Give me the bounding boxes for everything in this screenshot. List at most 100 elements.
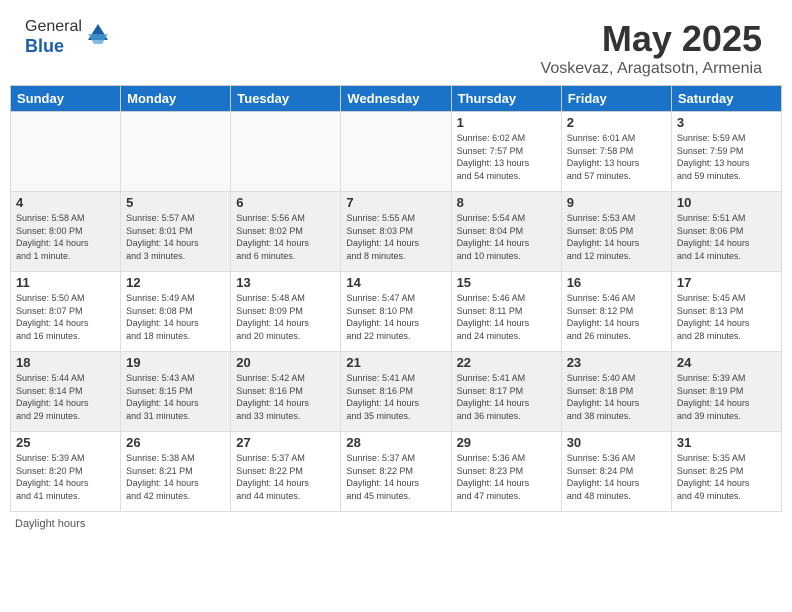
day-info: Sunrise: 5:58 AM Sunset: 8:00 PM Dayligh…: [16, 212, 115, 262]
calendar-cell: 22 Sunrise: 5:41 AM Sunset: 8:17 PM Dayli…: [451, 352, 561, 432]
calendar-day-header: Saturday: [671, 86, 781, 112]
day-info: Sunrise: 5:57 AM Sunset: 8:01 PM Dayligh…: [126, 212, 225, 262]
day-number: 4: [16, 195, 115, 210]
calendar-day-header: Monday: [121, 86, 231, 112]
day-number: 26: [126, 435, 225, 450]
calendar-cell: 19Sunrise: 5:43 AM Sunset: 8:15 PM Dayli…: [121, 352, 231, 432]
day-number: 2: [567, 115, 666, 130]
calendar-header: SundayMondayTuesdayWednesdayThursdayFrid…: [11, 86, 782, 112]
day-number: 22: [457, 355, 556, 370]
calendar-cell: 1 Sunrise: 6:02 AM Sunset: 7:57 PM Daylig…: [451, 112, 561, 192]
day-number: 31: [677, 435, 776, 450]
day-info: Sunrise: 5:40 AM Sunset: 8:18 PM Dayligh…: [567, 372, 666, 422]
day-number: 27: [236, 435, 335, 450]
day-number: 8: [457, 195, 556, 210]
day-number: 19: [126, 355, 225, 370]
day-number: 10: [677, 195, 776, 210]
day-number: 25: [16, 435, 115, 450]
page-header: General Blue May 2025 Voskevaz, Aragatso…: [10, 8, 782, 83]
calendar-cell: 31 Sunrise: 5:35 AM Sunset: 8:25 PM Dayli…: [671, 432, 781, 512]
day-info: Sunrise: 5:46 AM Sunset: 8:12 PM Dayligh…: [567, 292, 666, 342]
calendar-day-header: Tuesday: [231, 86, 341, 112]
calendar-cell: 2 Sunrise: 6:01 AM Sunset: 7:58 PM Daylig…: [561, 112, 671, 192]
calendar-cell: 11 Sunrise: 5:50 AM Sunset: 8:07 PM Dayli…: [11, 272, 121, 352]
day-info: Sunrise: 5:45 AM Sunset: 8:13 PM Dayligh…: [677, 292, 776, 342]
calendar-cell: 17 Sunrise: 5:45 AM Sunset: 8:13 PM Dayli…: [671, 272, 781, 352]
main-title: May 2025: [541, 18, 762, 60]
day-info: Sunrise: 5:55 AM Sunset: 8:03 PM Dayligh…: [346, 212, 445, 262]
logo-blue: Blue: [25, 36, 64, 56]
logo-general: General: [25, 18, 82, 35]
day-info: Sunrise: 5:36 AM Sunset: 8:23 PM Dayligh…: [457, 452, 556, 502]
calendar-cell: 14Sunrise: 5:47 AM Sunset: 8:10 PM Dayli…: [341, 272, 451, 352]
calendar-cell: 28 Sunrise: 5:37 AM Sunset: 8:22 PM Dayli…: [341, 432, 451, 512]
day-info: Sunrise: 5:54 AM Sunset: 8:04 PM Dayligh…: [457, 212, 556, 262]
day-info: Sunrise: 5:46 AM Sunset: 8:11 PM Dayligh…: [457, 292, 556, 342]
calendar-cell: 21 Sunrise: 5:41 AM Sunset: 8:16 PM Dayli…: [341, 352, 451, 432]
day-number: 24: [677, 355, 776, 370]
calendar-cell: 29 Sunrise: 5:36 AM Sunset: 8:23 PM Dayli…: [451, 432, 561, 512]
calendar-cell: 12Sunrise: 5:49 AM Sunset: 8:08 PM Dayli…: [121, 272, 231, 352]
footer: Daylight hours: [0, 514, 792, 534]
calendar-cell: 24 Sunrise: 5:39 AM Sunset: 8:19 PM Dayli…: [671, 352, 781, 432]
calendar-cell: 30 Sunrise: 5:36 AM Sunset: 8:24 PM Dayli…: [561, 432, 671, 512]
calendar-cell: 7Sunrise: 5:55 AM Sunset: 8:03 PM Daylig…: [341, 192, 451, 272]
day-number: 5: [126, 195, 225, 210]
calendar-day-header: Friday: [561, 86, 671, 112]
title-section: May 2025 Voskevaz, Aragatsotn, Armenia: [541, 18, 762, 78]
calendar-cell: 9Sunrise: 5:53 AM Sunset: 8:05 PM Daylig…: [561, 192, 671, 272]
calendar-cell: 15 Sunrise: 5:46 AM Sunset: 8:11 PM Dayli…: [451, 272, 561, 352]
calendar-table: SundayMondayTuesdayWednesdayThursdayFrid…: [10, 85, 782, 512]
day-number: 29: [457, 435, 556, 450]
daylight-label: Daylight hours: [15, 518, 85, 530]
calendar-cell: [341, 112, 451, 192]
day-number: 15: [457, 275, 556, 290]
day-info: Sunrise: 5:41 AM Sunset: 8:17 PM Dayligh…: [457, 372, 556, 422]
calendar-cell: 25 Sunrise: 5:39 AM Sunset: 8:20 PM Dayli…: [11, 432, 121, 512]
logo-text: General Blue: [25, 18, 82, 57]
calendar-cell: 23 Sunrise: 5:40 AM Sunset: 8:18 PM Dayli…: [561, 352, 671, 432]
day-number: 3: [677, 115, 776, 130]
calendar-cell: 4 Sunrise: 5:58 AM Sunset: 8:00 PM Daylig…: [11, 192, 121, 272]
day-info: Sunrise: 5:41 AM Sunset: 8:16 PM Dayligh…: [346, 372, 445, 422]
day-number: 20: [236, 355, 335, 370]
day-number: 16: [567, 275, 666, 290]
day-number: 28: [346, 435, 445, 450]
calendar-cell: [231, 112, 341, 192]
calendar-cell: [121, 112, 231, 192]
day-number: 6: [236, 195, 335, 210]
day-number: 17: [677, 275, 776, 290]
calendar-cell: 8 Sunrise: 5:54 AM Sunset: 8:04 PM Daylig…: [451, 192, 561, 272]
day-info: Sunrise: 5:53 AM Sunset: 8:05 PM Dayligh…: [567, 212, 666, 262]
day-info: Sunrise: 6:02 AM Sunset: 7:57 PM Dayligh…: [457, 132, 556, 182]
day-info: Sunrise: 5:39 AM Sunset: 8:20 PM Dayligh…: [16, 452, 115, 502]
logo: General Blue: [25, 18, 112, 57]
calendar-cell: 5 Sunrise: 5:57 AM Sunset: 8:01 PM Daylig…: [121, 192, 231, 272]
day-number: 14: [346, 275, 445, 290]
day-info: Sunrise: 6:01 AM Sunset: 7:58 PM Dayligh…: [567, 132, 666, 182]
day-info: Sunrise: 5:50 AM Sunset: 8:07 PM Dayligh…: [16, 292, 115, 342]
calendar-cell: 6Sunrise: 5:56 AM Sunset: 8:02 PM Daylig…: [231, 192, 341, 272]
day-info: Sunrise: 5:38 AM Sunset: 8:21 PM Dayligh…: [126, 452, 225, 502]
calendar-cell: 20Sunrise: 5:42 AM Sunset: 8:16 PM Dayli…: [231, 352, 341, 432]
calendar-cell: 10 Sunrise: 5:51 AM Sunset: 8:06 PM Dayli…: [671, 192, 781, 272]
calendar-day-header: Thursday: [451, 86, 561, 112]
day-number: 23: [567, 355, 666, 370]
day-info: Sunrise: 5:37 AM Sunset: 8:22 PM Dayligh…: [236, 452, 335, 502]
day-info: Sunrise: 5:35 AM Sunset: 8:25 PM Dayligh…: [677, 452, 776, 502]
day-info: Sunrise: 5:39 AM Sunset: 8:19 PM Dayligh…: [677, 372, 776, 422]
calendar-cell: 13Sunrise: 5:48 AM Sunset: 8:09 PM Dayli…: [231, 272, 341, 352]
day-number: 21: [346, 355, 445, 370]
logo-icon: [84, 20, 112, 48]
day-info: Sunrise: 5:51 AM Sunset: 8:06 PM Dayligh…: [677, 212, 776, 262]
calendar-cell: 18Sunrise: 5:44 AM Sunset: 8:14 PM Dayli…: [11, 352, 121, 432]
calendar-day-header: Sunday: [11, 86, 121, 112]
calendar-cell: 27 Sunrise: 5:37 AM Sunset: 8:22 PM Dayli…: [231, 432, 341, 512]
day-number: 30: [567, 435, 666, 450]
day-number: 11: [16, 275, 115, 290]
day-number: 18: [16, 355, 115, 370]
calendar-cell: 16 Sunrise: 5:46 AM Sunset: 8:12 PM Dayli…: [561, 272, 671, 352]
day-number: 1: [457, 115, 556, 130]
day-info: Sunrise: 5:37 AM Sunset: 8:22 PM Dayligh…: [346, 452, 445, 502]
day-info: Sunrise: 5:36 AM Sunset: 8:24 PM Dayligh…: [567, 452, 666, 502]
